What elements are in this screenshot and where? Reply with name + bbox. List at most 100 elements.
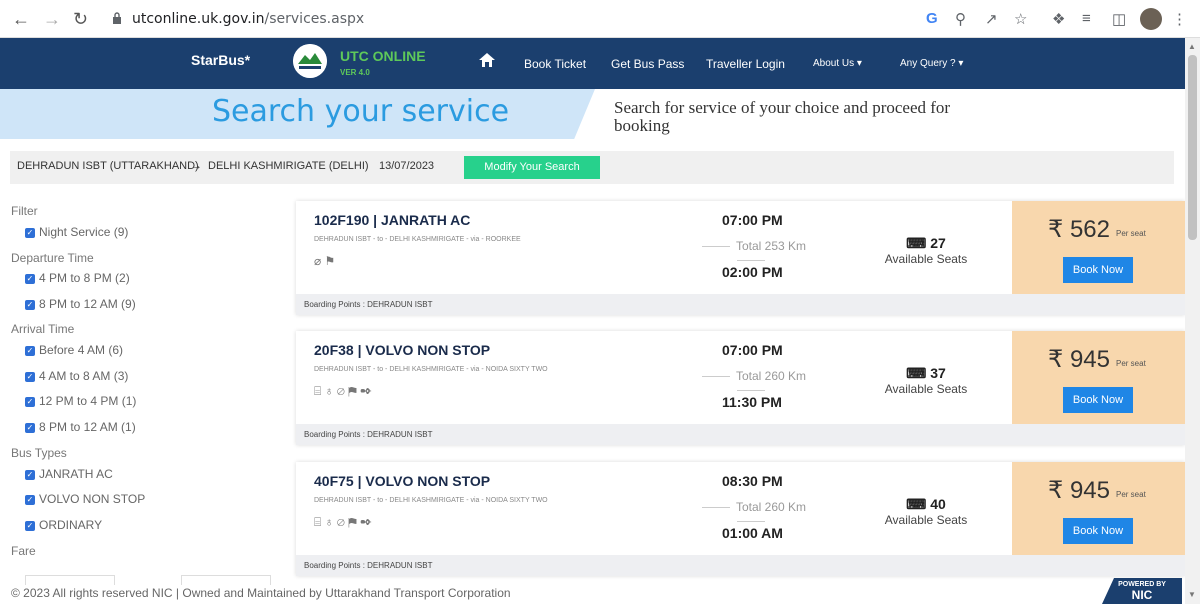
per-seat-label: Per seat [1116,490,1146,499]
bookmark-star-icon[interactable]: ☆ [1014,10,1027,28]
service-card: 40F75 | VOLVO NON STOP DEHRADUN ISBT - t… [296,462,1185,576]
service-name[interactable]: 102F190 | JANRATH AC [314,212,470,228]
nav-any-query[interactable]: Any Query ? ▾ [900,58,963,69]
modify-search-button[interactable]: Modify Your Search [464,156,600,179]
departure-time: 08:30 PM [722,473,783,489]
fare-min-input[interactable] [25,575,115,585]
checkbox-checked-icon[interactable]: ✓ [25,372,35,382]
seat-icon: ⌨ [906,365,931,381]
checkbox-checked-icon[interactable]: ✓ [25,521,35,531]
per-seat-label: Per seat [1116,229,1146,238]
checkbox-checked-icon[interactable]: ✓ [25,495,35,505]
filter-label: VOLVO NON STOP [39,492,146,506]
filter-arrival-12pm-4pm[interactable]: ✓ 12 PM to 4 PM (1) [25,394,136,408]
book-now-button[interactable]: Book Now [1063,257,1133,283]
checkbox-checked-icon[interactable]: ✓ [25,470,35,480]
route-arrow-icon: → [191,160,202,172]
seat-icon: ⌨ [906,235,931,251]
filter-label: 4 PM to 8 PM (2) [39,271,130,285]
service-route: DEHRADUN ISBT - to - DELHI KASHMIRIGATE … [314,236,521,243]
amenity-icons: ⌸ ♁ ⌀ ⚑ ✒ [314,384,372,398]
page-scrollbar[interactable]: ▲ ▼ [1185,38,1200,604]
per-seat-label: Per seat [1116,359,1146,368]
boarding-points: Boarding Points : DEHRADUN ISBT [296,294,1012,315]
service-route: DEHRADUN ISBT - to - DELHI KASHMIRIGATE … [314,497,548,504]
filter-night-service[interactable]: ✓ Night Service (9) [25,225,128,239]
seats-label: Available Seats [884,252,968,266]
address-bar[interactable]: utconline.uk.gov.in/services.aspx [132,11,364,27]
reload-icon[interactable]: ↻ [73,9,88,30]
scroll-up-icon[interactable]: ▲ [1188,42,1196,51]
checkbox-checked-icon[interactable]: ✓ [25,228,35,238]
boarding-points: Boarding Points : DEHRADUN ISBT [296,424,1012,445]
departure-time: 07:00 PM [722,342,783,358]
filter-label: 8 PM to 12 AM (1) [39,420,136,434]
search-from: DEHRADUN ISBT (UTTARAKHAND) [17,160,199,172]
seat-count: 37 [930,365,946,381]
service-card: 20F38 | VOLVO NON STOP DEHRADUN ISBT - t… [296,331,1185,445]
price-panel: ₹ 945 Per seat Book Now [1012,331,1185,424]
book-now-button[interactable]: Book Now [1063,387,1133,413]
checkbox-checked-icon[interactable]: ✓ [25,300,35,310]
boarding-strip-fill [1012,555,1185,576]
service-card: 102F190 | JANRATH AC DEHRADUN ISBT - to … [296,201,1185,315]
checkbox-checked-icon[interactable]: ✓ [25,397,35,407]
service-name[interactable]: 40F75 | VOLVO NON STOP [314,473,490,489]
reading-list-icon[interactable]: ≡ [1082,10,1091,27]
amenity-icons: ⌸ ♁ ⌀ ⚑ ✒ [314,515,372,529]
scroll-down-icon[interactable]: ▼ [1188,590,1196,599]
arrival-time: 01:00 AM [722,525,783,541]
nav-about-us[interactable]: About Us ▾ [813,58,862,69]
url-host: utconline.uk.gov.in [132,11,265,27]
seat-count: 40 [930,496,946,512]
checkbox-checked-icon[interactable]: ✓ [25,274,35,284]
filter-departure-4pm-8pm[interactable]: ✓ 4 PM to 8 PM (2) [25,271,130,285]
service-name[interactable]: 20F38 | VOLVO NON STOP [314,342,490,358]
zoom-icon[interactable]: ⚲ [955,10,966,28]
available-seats: ⌨ 37 Available Seats [876,365,976,396]
total-distance: Total 253 Km [676,239,826,267]
arrival-time: 02:00 PM [722,264,783,280]
price-panel: ₹ 562 Per seat Book Now [1012,201,1185,294]
version-label: VER 4.0 [340,68,370,77]
filter-arrival-before-4am[interactable]: ✓ Before 4 AM (6) [25,343,123,357]
filter-arrival-4am-8am[interactable]: ✓ 4 AM to 8 AM (3) [25,369,128,383]
share-icon[interactable]: ↗ [985,10,998,28]
filter-bus-ordinary[interactable]: ✓ ORDINARY [25,518,102,532]
starbus-brand[interactable]: StarBus* [191,52,250,68]
filter-departure-8pm-12am[interactable]: ✓ 8 PM to 12 AM (9) [25,297,136,311]
checkbox-checked-icon[interactable]: ✓ [25,346,35,356]
filter-arrival-8pm-12am[interactable]: ✓ 8 PM to 12 AM (1) [25,420,136,434]
nav-get-bus-pass[interactable]: Get Bus Pass [611,57,684,71]
powered-by-nic-logo[interactable]: POWERED BY NIC [1102,578,1182,604]
fare-max-input[interactable] [181,575,271,585]
menu-dots-icon[interactable]: ⋮ [1172,10,1187,28]
side-panel-icon[interactable]: ◫ [1112,10,1126,28]
lock-icon[interactable] [112,12,122,24]
price-panel: ₹ 945 Per seat Book Now [1012,462,1185,555]
seats-label: Available Seats [884,513,968,527]
utc-logo[interactable] [293,44,327,78]
extensions-icon[interactable]: ❖ [1052,10,1065,28]
forward-icon[interactable]: → [43,9,61,30]
scrollbar-thumb[interactable] [1188,55,1197,240]
filter-label: 4 AM to 8 AM (3) [39,369,129,383]
book-now-button[interactable]: Book Now [1063,518,1133,544]
boarding-strip-fill [1012,424,1185,445]
powered-by-label: POWERED BY [1118,581,1166,588]
search-date: 13/07/2023 [379,160,435,172]
google-icon[interactable]: G [926,10,938,27]
filter-bus-janrath-ac[interactable]: ✓ JANRATH AC [25,467,113,481]
nav-traveller-login[interactable]: Traveller Login [706,57,785,71]
back-icon[interactable]: ← [12,9,30,30]
checkbox-checked-icon[interactable]: ✓ [25,423,35,433]
amenity-icons: ⌀ ⚑ [314,254,336,268]
profile-avatar[interactable] [1140,8,1162,30]
home-icon[interactable] [478,52,496,68]
nav-book-ticket[interactable]: Book Ticket [524,57,586,71]
departure-time: 07:00 PM [722,212,783,228]
total-distance: Total 260 Km [676,369,826,397]
site-header: StarBus* UTC ONLINE VER 4.0 Book Ticket … [0,38,1185,89]
filter-bus-volvo-non-stop[interactable]: ✓ VOLVO NON STOP [25,492,145,506]
utc-online-title: UTC ONLINE [340,48,426,64]
